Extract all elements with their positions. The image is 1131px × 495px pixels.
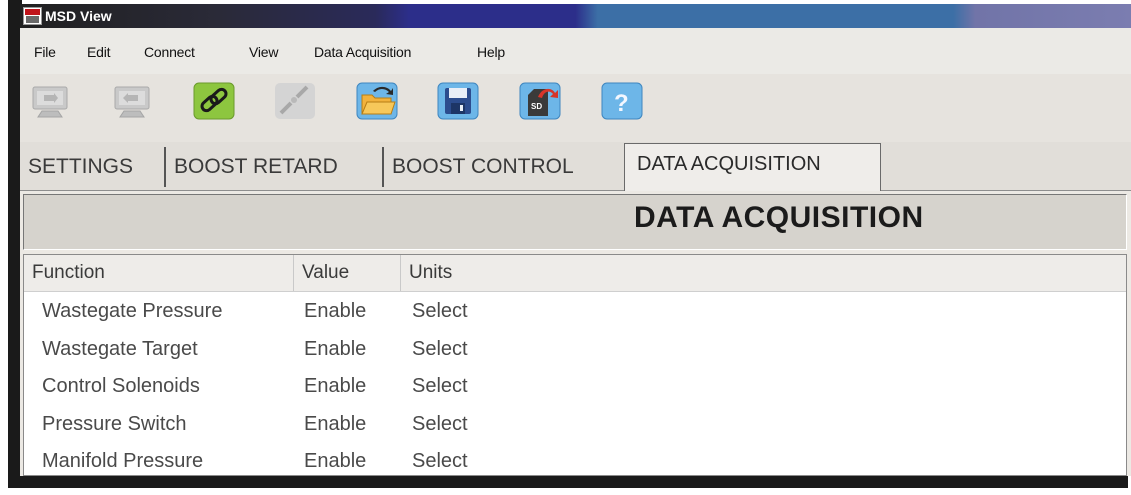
save-floppy-icon bbox=[437, 82, 479, 120]
svg-text:SD: SD bbox=[531, 102, 542, 111]
value-cell[interactable]: Enable bbox=[304, 331, 366, 368]
table-row[interactable]: Manifold Pressure Enable Select bbox=[24, 443, 1126, 476]
menu-edit[interactable]: Edit bbox=[87, 44, 111, 60]
open-file-button[interactable] bbox=[355, 81, 399, 121]
units-cell[interactable]: Select bbox=[412, 368, 468, 405]
disconnect-button[interactable] bbox=[273, 81, 317, 121]
menu-data-acquisition[interactable]: Data Acquisition bbox=[314, 44, 411, 60]
value-cell[interactable]: Enable bbox=[304, 293, 366, 330]
sd-card-icon: SD bbox=[519, 82, 561, 120]
function-cell: Pressure Switch bbox=[42, 413, 187, 435]
write-to-device-button[interactable] bbox=[110, 81, 154, 121]
tab-strip: SETTINGS BOOST RETARD BOOST CONTROL DATA… bbox=[20, 142, 1131, 191]
disconnect-icon bbox=[275, 83, 315, 119]
table-row[interactable]: Wastegate Target Enable Select bbox=[24, 331, 1126, 368]
column-header-function[interactable]: Function bbox=[24, 255, 294, 291]
toolbar: SD ? bbox=[20, 74, 1131, 142]
frame-border-bottom bbox=[8, 476, 1128, 488]
read-from-device-icon bbox=[32, 86, 68, 118]
table-row[interactable]: Wastegate Pressure Enable Select bbox=[24, 293, 1126, 330]
units-cell[interactable]: Select bbox=[412, 331, 468, 368]
value-cell[interactable]: Enable bbox=[304, 368, 366, 405]
column-header-value[interactable]: Value bbox=[294, 255, 401, 291]
read-from-device-button[interactable] bbox=[28, 81, 72, 121]
units-cell[interactable]: Select bbox=[412, 293, 468, 330]
menu-connect[interactable]: Connect bbox=[144, 44, 195, 60]
function-cell: Control Solenoids bbox=[42, 375, 200, 397]
tab-settings[interactable]: SETTINGS bbox=[28, 147, 166, 187]
svg-text:?: ? bbox=[614, 90, 629, 117]
save-button[interactable] bbox=[436, 81, 480, 121]
table-header: Function Value Units bbox=[24, 255, 1126, 292]
menu-file[interactable]: File bbox=[34, 44, 56, 60]
open-folder-icon bbox=[356, 82, 398, 120]
menu-bar: File Edit Connect View Data Acquisition … bbox=[20, 28, 1131, 74]
help-icon: ? bbox=[601, 82, 643, 120]
function-cell: Wastegate Target bbox=[42, 338, 198, 360]
menu-help[interactable]: Help bbox=[477, 44, 505, 60]
sd-card-button[interactable]: SD bbox=[518, 81, 562, 121]
column-header-units[interactable]: Units bbox=[401, 255, 1126, 291]
tab-boost-control[interactable]: BOOST CONTROL bbox=[392, 147, 622, 187]
units-cell[interactable]: Select bbox=[412, 406, 468, 443]
connect-button[interactable] bbox=[192, 81, 236, 121]
table-row[interactable]: Control Solenoids Enable Select bbox=[24, 368, 1126, 405]
window-title: MSD View bbox=[45, 8, 112, 24]
tab-boost-retard[interactable]: BOOST RETARD bbox=[174, 147, 384, 187]
title-bar[interactable]: MSD View bbox=[20, 4, 1131, 28]
tab-data-acquisition[interactable]: DATA ACQUISITION bbox=[624, 143, 881, 191]
help-button[interactable]: ? bbox=[600, 81, 644, 121]
menu-view[interactable]: View bbox=[249, 44, 278, 60]
function-cell: Manifold Pressure bbox=[42, 450, 204, 472]
section-header: DATA ACQUISITION bbox=[23, 194, 1127, 250]
units-cell[interactable]: Select bbox=[412, 443, 468, 476]
screenshot-frame: MSD View File Edit Connect View Data Acq… bbox=[0, 0, 1131, 495]
table-row[interactable]: Pressure Switch Enable Select bbox=[24, 406, 1126, 443]
app-window: MSD View File Edit Connect View Data Acq… bbox=[20, 4, 1131, 476]
data-acquisition-table: Function Value Units Wastegate Pressure … bbox=[23, 254, 1127, 476]
app-logo-icon bbox=[23, 7, 42, 25]
connect-link-icon bbox=[193, 82, 235, 120]
page-title: DATA ACQUISITION bbox=[634, 201, 924, 234]
function-cell: Wastegate Pressure bbox=[42, 300, 223, 322]
value-cell[interactable]: Enable bbox=[304, 443, 366, 476]
write-to-device-icon bbox=[114, 86, 150, 118]
value-cell[interactable]: Enable bbox=[304, 406, 366, 443]
